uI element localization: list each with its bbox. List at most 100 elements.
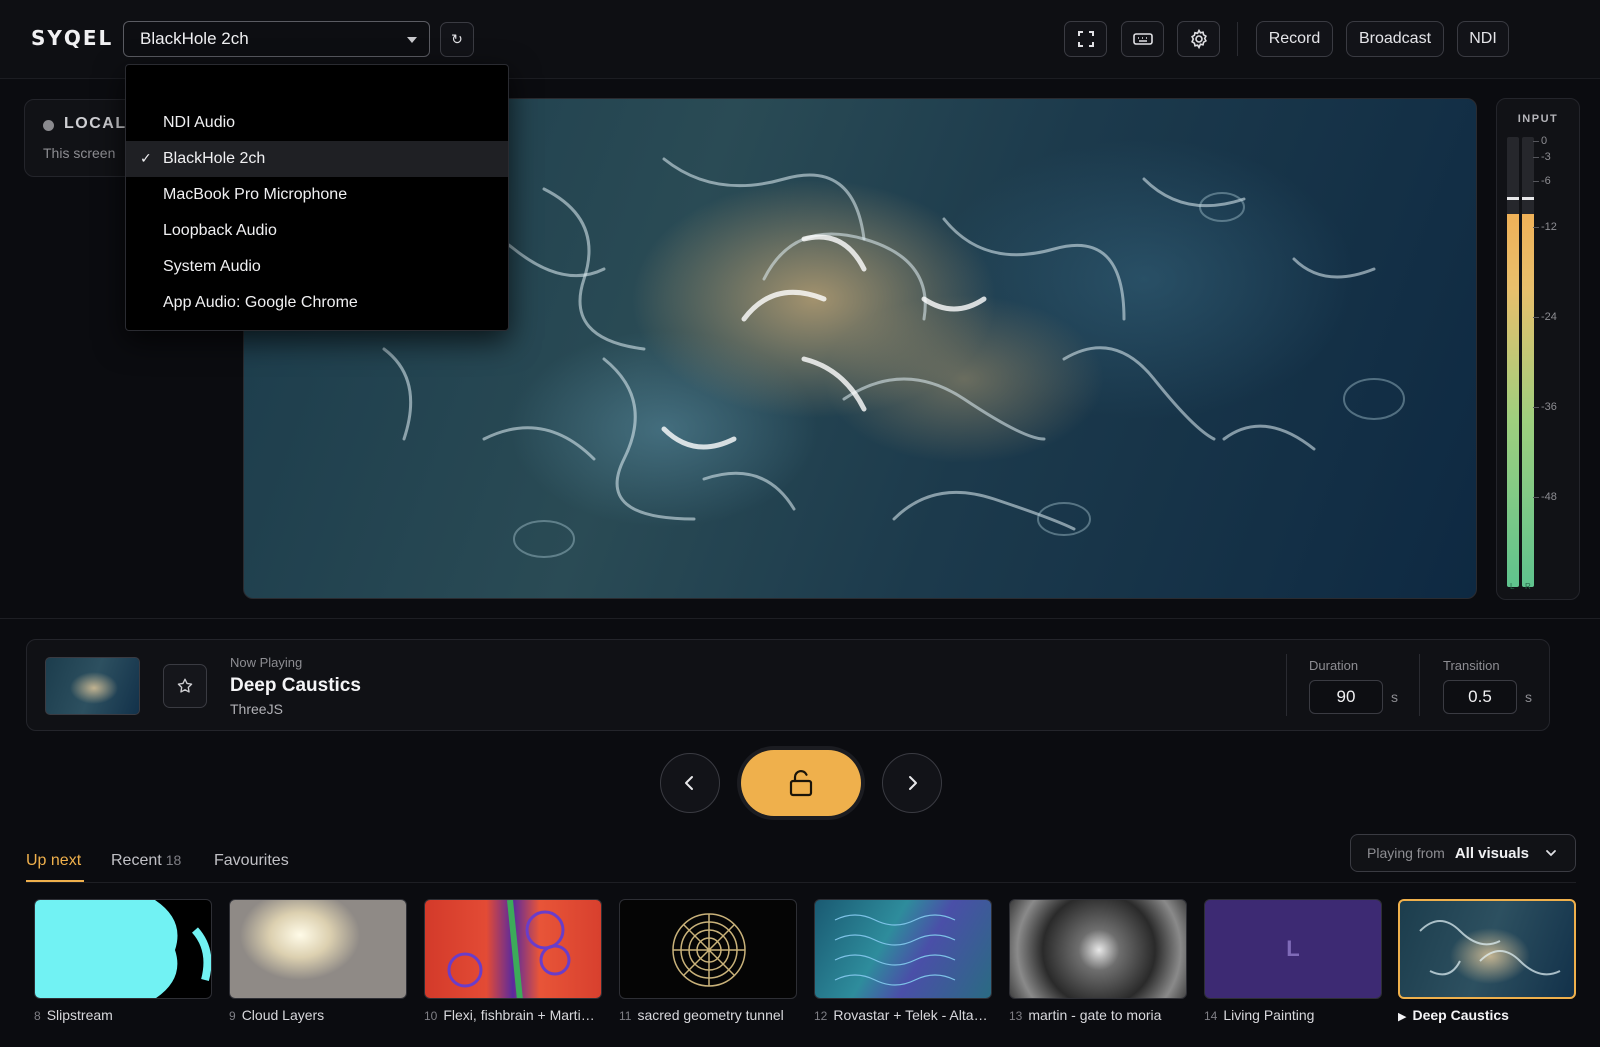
settings-button[interactable] [1177, 21, 1220, 57]
meter-tick-dash [1533, 141, 1539, 142]
queue-item-title: Deep Caustics [1412, 1007, 1509, 1023]
meter-tick-label: -6 [1541, 175, 1551, 187]
meter-fill-left [1507, 213, 1519, 587]
queue-item-title: Living Painting [1223, 1007, 1315, 1023]
dropdown-option-label: App Audio: Google Chrome [163, 294, 358, 311]
queue-item-label: 13 martin - gate to moria [1009, 1007, 1187, 1023]
duration-label: Duration [1309, 658, 1359, 673]
ndi-button[interactable]: NDI [1457, 21, 1509, 57]
meter-label-r: R [1525, 582, 1531, 591]
queue-thumbnail-current[interactable] [1398, 899, 1576, 999]
queue-item-number: 10 [424, 1009, 438, 1023]
tab-recent-label: Recent [111, 852, 162, 869]
app-logo: SYQEL [31, 26, 114, 50]
dropdown-option[interactable]: App Audio: Google Chrome [126, 285, 508, 321]
dropdown-option[interactable]: Loopback Audio [126, 213, 508, 249]
broadcast-button[interactable]: Broadcast [1346, 21, 1444, 57]
dropdown-option[interactable]: MacBook Pro Microphone [126, 177, 508, 213]
next-button[interactable] [882, 753, 942, 813]
tab-favourites[interactable]: Favourites [214, 852, 289, 870]
toolbar-separator [1237, 22, 1238, 56]
caret-down-icon [407, 37, 417, 43]
play-icon: ▶ [1398, 1011, 1407, 1023]
queue-item-label: 10 Flexi, fishbrain + Martin - ... [424, 1007, 602, 1023]
meter-peak-left [1507, 197, 1519, 200]
refresh-devices-button[interactable]: ↻ [440, 22, 474, 57]
meter-tick-dash [1533, 497, 1539, 498]
dropdown-option-selected[interactable]: ✓ BlackHole 2ch [126, 141, 508, 177]
keyboard-shortcuts-button[interactable] [1121, 21, 1164, 57]
queue-item-label: 12 Rovastar + Telek - Altars of... [814, 1007, 992, 1023]
fullscreen-button[interactable] [1064, 21, 1107, 57]
meter-tick-dash [1533, 407, 1539, 408]
queue-thumbnail[interactable] [1009, 899, 1187, 999]
queue-thumbnail[interactable] [34, 899, 212, 999]
now-playing-thumbnail [45, 657, 140, 715]
playing-from-value: All visuals [1454, 844, 1530, 862]
queue-item-label: 8 Slipstream [34, 1007, 212, 1023]
meter-tick-label: -3 [1541, 151, 1551, 163]
keyboard-icon [1132, 33, 1153, 45]
lock-toggle-button[interactable] [741, 750, 861, 816]
duration-input[interactable]: 90 [1309, 680, 1383, 714]
chevron-right-icon [909, 776, 917, 790]
queue-thumbnail[interactable] [424, 899, 602, 999]
transition-unit: s [1525, 689, 1532, 705]
field-separator [1419, 654, 1420, 716]
meter-channel-left [1507, 137, 1519, 587]
transition-input[interactable]: 0.5 [1443, 680, 1517, 714]
now-playing-engine: ThreeJS [230, 701, 283, 717]
queue-thumbnail[interactable]: L [1204, 899, 1382, 999]
audio-device-dropdown: NDI Audio ✓ BlackHole 2ch MacBook Pro Mi… [125, 64, 509, 331]
dropdown-option[interactable]: System Audio [126, 249, 508, 285]
tab-recent-count: 18 [165, 852, 182, 868]
audio-device-select-value: BlackHole 2ch [140, 29, 249, 48]
meter-channel-right [1522, 137, 1534, 587]
local-title: LOCAL [64, 115, 127, 132]
favourite-button[interactable] [163, 664, 207, 708]
thumbnail-art [447, 900, 571, 998]
queue-item-number: 12 [814, 1009, 828, 1023]
status-dot [43, 120, 54, 131]
queue-item-label: 11 sacred geometry tunnel [619, 1007, 797, 1023]
queue-item-title: sacred geometry tunnel [637, 1007, 784, 1023]
audio-device-select[interactable]: BlackHole 2ch [123, 21, 430, 57]
queue-item-number: 9 [229, 1009, 236, 1023]
dropdown-option[interactable]: NDI Audio [126, 105, 508, 141]
now-playing-title: Deep Caustics [230, 675, 361, 696]
thumbnail-art [672, 913, 746, 987]
queue-thumbnail[interactable] [229, 899, 407, 999]
playing-from-select[interactable]: Playing from All visuals [1350, 834, 1576, 872]
duration-unit: s [1391, 689, 1398, 705]
refresh-icon: ↻ [451, 31, 463, 47]
star-icon [177, 678, 193, 693]
input-level-meter: INPUT L R 0 -3 -6 -12 -24 -36 -48 [1496, 98, 1580, 600]
tab-up-next[interactable]: Up next [26, 852, 81, 870]
fullscreen-icon [1077, 31, 1094, 47]
playing-from-label: Playing from [1367, 845, 1445, 861]
queue-item-number: 13 [1009, 1009, 1023, 1023]
queue-item-title: Cloud Layers [241, 1007, 325, 1023]
queue-thumbnail[interactable] [814, 899, 992, 999]
transition-label: Transition [1443, 658, 1500, 673]
thumbnail-art [1419, 920, 1561, 976]
dropdown-option-label: MacBook Pro Microphone [163, 186, 348, 203]
queue-thumbnail[interactable] [619, 899, 797, 999]
queue-item-title: Rovastar + Telek - Altars of... [833, 1007, 992, 1023]
checkmark-icon: ✓ [140, 150, 152, 166]
section-divider [0, 618, 1600, 619]
meter-tick-label: -48 [1541, 491, 1557, 503]
tab-recent[interactable]: Recent 18 [111, 852, 181, 870]
tabs-divider [26, 882, 1576, 883]
thumbnail-art [35, 900, 211, 998]
dropdown-option-label: NDI Audio [163, 114, 236, 131]
gear-icon [1190, 29, 1207, 49]
meter-tick-dash [1533, 181, 1539, 182]
queue-item-title: martin - gate to moria [1028, 1007, 1162, 1023]
queue-item-number: 8 [34, 1009, 41, 1023]
queue-item-title: Flexi, fishbrain + Martin - ... [443, 1007, 602, 1023]
previous-button[interactable] [660, 753, 720, 813]
record-button[interactable]: Record [1256, 21, 1333, 57]
dropdown-option-label: System Audio [163, 258, 261, 275]
meter-tick-dash [1533, 317, 1539, 318]
